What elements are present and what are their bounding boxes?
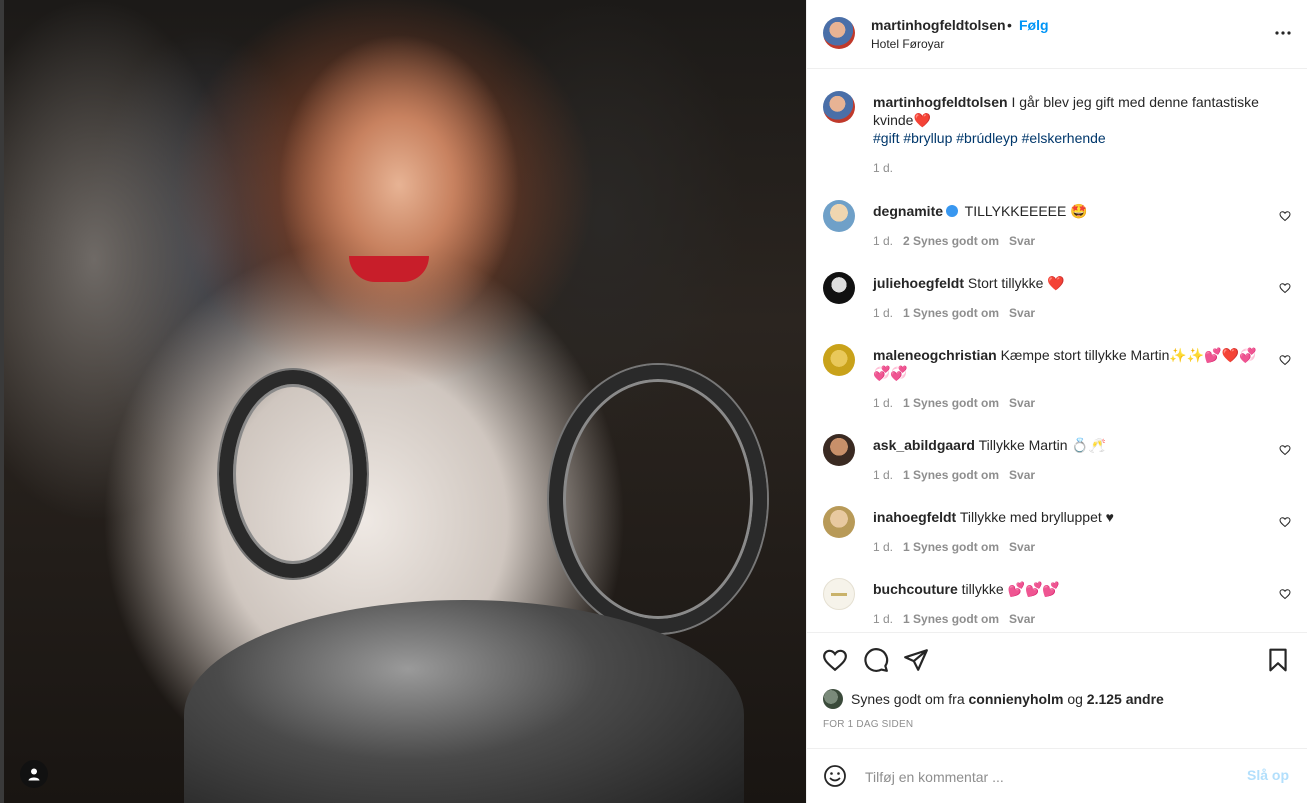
- author-avatar[interactable]: [823, 17, 855, 49]
- comment-likes[interactable]: 1 Synes godt om: [903, 468, 999, 482]
- comment-text-block: juliehoegfeldt Stort tillykke ❤️: [873, 274, 1273, 292]
- more-horizontal-icon[interactable]: [1275, 24, 1291, 35]
- location-link[interactable]: Hotel Føroyar: [871, 37, 944, 51]
- comment-meta: 1 d. 1 Synes godt om Svar: [873, 540, 1035, 554]
- comment-time: 1 d.: [873, 396, 894, 410]
- comment-time: 1 d.: [873, 234, 894, 248]
- comment-likes[interactable]: 1 Synes godt om: [903, 396, 999, 410]
- post-modal: martinhogfeldtolsen • Følg Hotel Føroyar…: [0, 0, 1307, 803]
- reply-button[interactable]: Svar: [1009, 468, 1035, 482]
- beer-tap-left: [219, 370, 367, 578]
- comment-username[interactable]: inahoegfeldt: [873, 509, 956, 525]
- comment-likes[interactable]: 1 Synes godt om: [903, 540, 999, 554]
- comment-text: Stort tillykke ❤️: [967, 275, 1065, 291]
- post-sidebar: martinhogfeldtolsen • Følg Hotel Føroyar…: [806, 0, 1307, 803]
- post-header: martinhogfeldtolsen • Følg Hotel Føroyar: [807, 0, 1307, 69]
- comment-time: 1 d.: [873, 306, 894, 320]
- comment-username[interactable]: buchcouture: [873, 581, 958, 597]
- caption-text-block: martinhogfeldtolsen I går blev jeg gift …: [873, 93, 1273, 147]
- save-bookmark-icon[interactable]: [1265, 647, 1291, 673]
- comment-text-block: degnamite TILLYKKEEEEE 🤩: [873, 202, 1273, 220]
- likes-prefix: Synes godt om fra: [851, 691, 965, 707]
- likes-others-count[interactable]: 2.125 andre: [1087, 691, 1164, 707]
- comment-avatar[interactable]: [823, 272, 855, 304]
- follow-button[interactable]: Følg: [1019, 17, 1049, 33]
- comment-likes[interactable]: 1 Synes godt om: [903, 612, 999, 626]
- comment-meta: 1 d. 1 Synes godt om Svar: [873, 396, 1035, 410]
- post-timestamp: FOR 1 DAG SIDEN: [823, 719, 914, 730]
- like-comment-heart-icon[interactable]: [1279, 210, 1291, 222]
- like-comment-heart-icon[interactable]: [1279, 354, 1291, 366]
- reply-button[interactable]: Svar: [1009, 396, 1035, 410]
- comment-meta: 1 d. 1 Synes godt om Svar: [873, 468, 1035, 482]
- comment-text: TILLYKKEEEEE 🤩: [964, 203, 1088, 219]
- like-heart-icon[interactable]: [822, 647, 848, 673]
- likes-and: og: [1067, 691, 1083, 707]
- comments-list[interactable]: martinhogfeldtolsen I går blev jeg gift …: [807, 69, 1307, 631]
- comment-likes[interactable]: 1 Synes godt om: [903, 306, 999, 320]
- emoji-smiley-icon[interactable]: [823, 764, 847, 788]
- comment-avatar[interactable]: [823, 506, 855, 538]
- comment-avatar[interactable]: [823, 344, 855, 376]
- comment-text: tillykke 💕💕💕: [961, 581, 1060, 597]
- comment-meta: 1 d. 2 Synes godt om Svar: [873, 234, 1035, 248]
- liker-username[interactable]: connienyholm: [969, 691, 1064, 707]
- comment-text-block: buchcouture tillykke 💕💕💕: [873, 580, 1273, 598]
- comment-username[interactable]: maleneogchristian: [873, 347, 997, 363]
- tagged-users-icon[interactable]: [20, 760, 48, 788]
- author-username[interactable]: martinhogfeldtolsen: [871, 17, 1006, 33]
- comment-text-block: inahoegfeldt Tillykke med brylluppet ♥: [873, 508, 1273, 526]
- caption-hashtags[interactable]: #gift #bryllup #brúdleyp #elskerhende: [873, 130, 1106, 146]
- like-comment-heart-icon[interactable]: [1279, 516, 1291, 528]
- verified-badge-icon: [946, 205, 959, 217]
- share-send-icon[interactable]: [903, 647, 929, 673]
- comment-avatar[interactable]: [823, 578, 855, 610]
- comment-bubble-icon[interactable]: [863, 647, 889, 673]
- post-actions: Synes godt om fra connienyholm og 2.125 …: [807, 632, 1307, 763]
- liker-avatar[interactable]: [823, 689, 843, 709]
- bride-smile: [349, 256, 429, 282]
- reply-button[interactable]: Svar: [1009, 612, 1035, 626]
- comment-text-block: maleneogchristian Kæmpe stort tillykke M…: [873, 346, 1273, 382]
- reply-button[interactable]: Svar: [1009, 306, 1035, 320]
- comment-time: 1 d.: [873, 540, 894, 554]
- reply-button[interactable]: Svar: [1009, 540, 1035, 554]
- like-comment-heart-icon[interactable]: [1279, 282, 1291, 294]
- brand-logo-mark: [831, 593, 847, 596]
- likes-summary: Synes godt om fra connienyholm og 2.125 …: [823, 689, 1164, 709]
- comment-input[interactable]: [863, 764, 1227, 790]
- comment-likes[interactable]: 2 Synes godt om: [903, 234, 999, 248]
- like-comment-heart-icon[interactable]: [1279, 588, 1291, 600]
- comment-text-block: ask_abildgaard Tillykke Martin 💍🥂: [873, 436, 1273, 454]
- comment-username[interactable]: ask_abildgaard: [873, 437, 975, 453]
- separator-dot: •: [1007, 17, 1012, 33]
- like-comment-heart-icon[interactable]: [1279, 444, 1291, 456]
- post-photo[interactable]: [0, 0, 806, 803]
- comment-time: 1 d.: [873, 612, 894, 626]
- comment-username[interactable]: juliehoegfeldt: [873, 275, 964, 291]
- comment-text: Tillykke Martin 💍🥂: [978, 437, 1107, 453]
- comment-meta: 1 d. 1 Synes godt om Svar: [873, 612, 1035, 626]
- comment-text: Tillykke med brylluppet ♥: [959, 509, 1114, 525]
- caption-avatar[interactable]: [823, 91, 855, 123]
- comment-avatar[interactable]: [823, 200, 855, 232]
- reply-button[interactable]: Svar: [1009, 234, 1035, 248]
- comment-username[interactable]: degnamite: [873, 203, 943, 219]
- beer-tap-right: [549, 365, 767, 633]
- comment-composer: Slå op: [807, 748, 1307, 804]
- comment-meta: 1 d. 1 Synes godt om Svar: [873, 306, 1035, 320]
- comment-avatar[interactable]: [823, 434, 855, 466]
- caption-time: 1 d.: [873, 161, 894, 175]
- comment-time: 1 d.: [873, 468, 894, 482]
- post-comment-button[interactable]: Slå op: [1247, 767, 1289, 783]
- caption-username[interactable]: martinhogfeldtolsen: [873, 94, 1008, 110]
